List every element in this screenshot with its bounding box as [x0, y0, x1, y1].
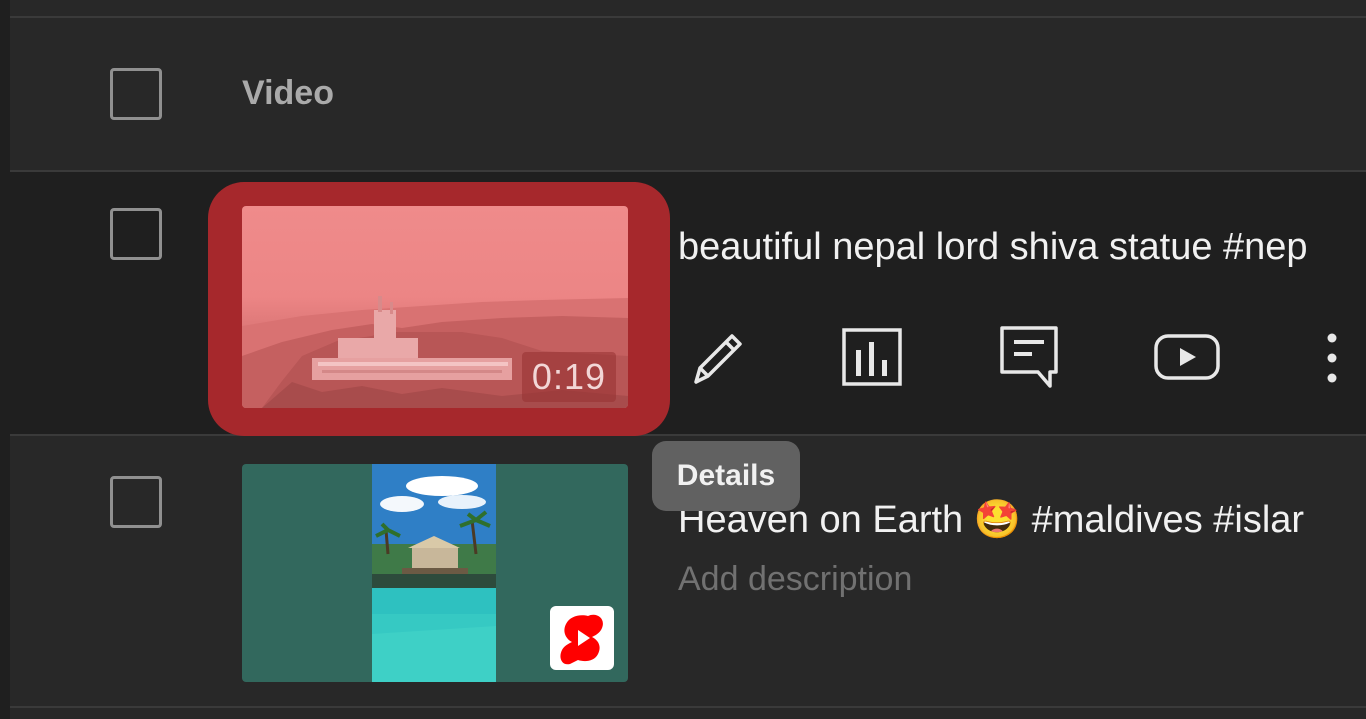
shorts-badge [550, 606, 614, 670]
comments-button[interactable] [994, 322, 1066, 394]
comment-icon [1000, 326, 1058, 388]
pencil-icon [694, 334, 742, 384]
analytics-button[interactable] [836, 322, 908, 394]
video-title[interactable]: beautiful nepal lord shiva statue #nep [678, 226, 1308, 269]
row-checkbox[interactable] [110, 208, 162, 260]
thumbnail-image [372, 464, 496, 682]
video-duration: 0:19 [521, 352, 616, 402]
video-thumbnail[interactable]: 0:19 [242, 206, 628, 408]
video-thumbnail[interactable] [242, 464, 628, 682]
table-bottom-bar [10, 708, 1366, 719]
play-icon [1154, 334, 1220, 380]
table-top-bar [10, 0, 1366, 18]
table-row[interactable]: 0:19 beautiful nepal lord shiva statue #… [10, 172, 1366, 436]
column-header-video: Video [242, 74, 334, 112]
video-content-table: Video 0:19 beautiful nepal lord shiva st… [0, 0, 1366, 719]
details-tooltip: Details [652, 441, 800, 511]
video-description[interactable]: Add description [678, 560, 912, 599]
select-all-checkbox[interactable] [110, 68, 162, 120]
details-button[interactable] [682, 322, 754, 394]
shorts-icon [560, 614, 603, 665]
view-on-youtube-button[interactable] [1152, 322, 1224, 394]
bar-chart-icon [842, 328, 902, 386]
table-header-row: Video [10, 18, 1366, 172]
options-button[interactable] [1304, 322, 1366, 394]
more-vertical-icon [1327, 333, 1337, 383]
row-checkbox[interactable] [110, 476, 162, 528]
